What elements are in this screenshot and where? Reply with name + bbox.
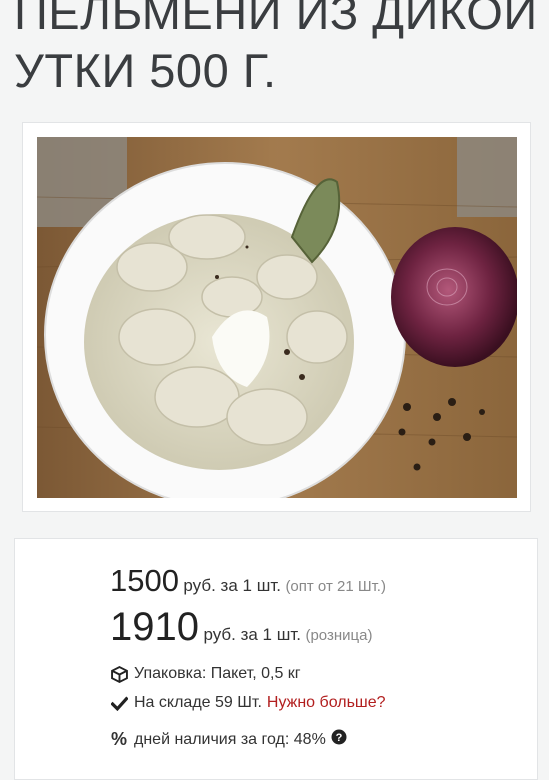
title-line-1: ПЕЛЬМЕНИ ИЗ ДИКОЙ: [14, 0, 538, 39]
need-more-link[interactable]: Нужно больше?: [267, 694, 386, 712]
svg-text:?: ?: [335, 732, 342, 744]
box-icon: [110, 665, 128, 683]
retail-unit: руб. за 1 шт.: [203, 625, 301, 644]
product-photo[interactable]: [37, 137, 517, 498]
wholesale-note: (опт от 21 Шт.): [285, 578, 386, 595]
availability-text: дней наличия за год: 48%: [134, 730, 326, 748]
wholesale-price: 1500: [110, 563, 179, 598]
question-circle-icon[interactable]: ?: [331, 729, 347, 750]
title-line-2: УТКИ 500 Г.: [14, 44, 277, 97]
product-photo-card: [22, 122, 531, 512]
percent-icon: %: [110, 729, 127, 749]
checkmark-icon: [110, 694, 128, 712]
package-text: Упаковка: Пакет, 0,5 кг: [134, 665, 301, 682]
wholesale-price-row: 1500 руб. за 1 шт. (опт от 21 Шт.): [110, 563, 386, 599]
dumplings-photo-illustration: [37, 137, 517, 498]
stock-text: На складе 59 Шт.: [134, 694, 262, 711]
price-info-card: 1500 руб. за 1 шт. (опт от 21 Шт.) 1910 …: [14, 538, 538, 780]
stock-info: На складе 59 Шт. Нужно больше?: [110, 694, 386, 712]
retail-price: 1910: [110, 605, 199, 649]
package-info: Упаковка: Пакет, 0,5 кг: [110, 665, 301, 683]
page-title: ПЕЛЬМЕНИ ИЗ ДИКОЙ УТКИ 500 Г.: [14, 0, 544, 100]
retail-note: (розница): [305, 627, 373, 644]
wholesale-unit: руб. за 1 шт.: [183, 576, 281, 595]
availability-info: % дней наличия за год: 48% ?: [110, 729, 347, 750]
retail-price-row: 1910 руб. за 1 шт. (розница): [110, 605, 372, 650]
